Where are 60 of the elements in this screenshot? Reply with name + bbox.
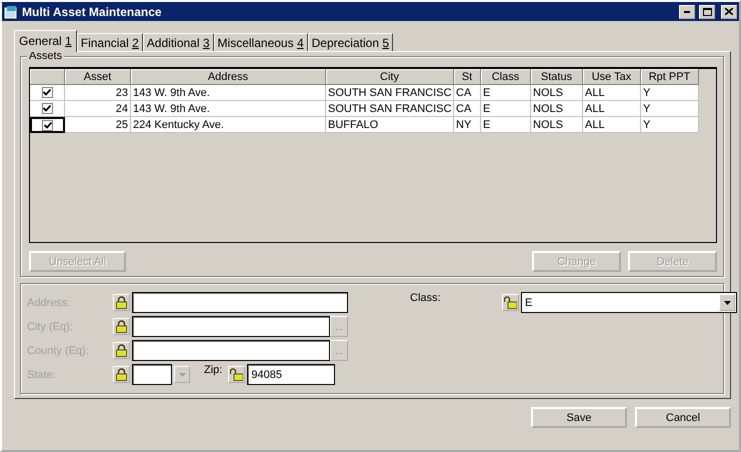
field-label: Zip: xyxy=(204,364,222,376)
close-icon xyxy=(725,8,733,15)
tab[interactable]: Financial 2 xyxy=(76,33,143,51)
column-header[interactable]: Class xyxy=(481,69,531,85)
open-padlock-icon[interactable] xyxy=(502,294,519,311)
column-header[interactable]: Asset xyxy=(65,69,131,85)
table-cell: 25 xyxy=(65,117,131,133)
table-cell: NOLS xyxy=(531,117,583,133)
table-cell: 143 W. 9th Ave. xyxy=(131,85,326,101)
table-cell: ALL xyxy=(583,85,641,101)
table-cell: SOUTH SAN FRANCISC xyxy=(326,101,454,117)
class-dropdown[interactable]: E xyxy=(521,292,737,313)
column-header xyxy=(30,69,65,85)
maximize-button[interactable] xyxy=(699,4,715,18)
table-cell: 143 W. 9th Ave. xyxy=(131,101,326,117)
table-cell: NOLS xyxy=(531,85,583,101)
dialog-button[interactable]: Cancel xyxy=(635,407,731,428)
tab[interactable]: Additional 3 xyxy=(142,33,214,51)
table-cell: 23 xyxy=(65,85,131,101)
column-header[interactable]: Status xyxy=(531,69,583,85)
checkbox[interactable] xyxy=(42,120,53,130)
table-cell: ALL xyxy=(583,101,641,117)
table-cell: Y xyxy=(641,85,699,101)
column-header[interactable]: Rpt PPT xyxy=(641,69,699,85)
table-cell: NOLS xyxy=(531,101,583,117)
minimize-icon xyxy=(684,10,690,12)
dropdown-arrow-icon xyxy=(724,300,730,304)
table-cell: Y xyxy=(641,117,699,133)
minimize-button[interactable] xyxy=(679,4,695,18)
table-cell: E xyxy=(481,85,531,101)
column-header[interactable]: St xyxy=(454,69,481,85)
table-cell: Y xyxy=(641,101,699,117)
table-cell: 24 xyxy=(65,101,131,117)
column-header[interactable]: City xyxy=(326,69,454,85)
table-cell: SOUTH SAN FRANCISC xyxy=(326,85,454,101)
table-cell: 224 Kentucky Ave. xyxy=(131,117,326,133)
table-cell: E xyxy=(481,117,531,133)
field-label: Class: xyxy=(410,292,442,304)
dropdown-button[interactable] xyxy=(174,366,190,383)
table-cell: CA xyxy=(454,101,481,117)
table-cell: E xyxy=(481,101,531,117)
close-button[interactable] xyxy=(721,4,737,18)
window-title: Multi Asset Maintenance xyxy=(22,4,163,18)
dropdown-arrow-icon xyxy=(178,372,186,376)
tab[interactable]: General 1 xyxy=(14,30,77,52)
column-header[interactable]: Address xyxy=(131,69,326,85)
checkbox[interactable] xyxy=(42,87,52,98)
maximize-icon xyxy=(702,8,712,16)
column-header[interactable]: Use Tax xyxy=(583,69,641,85)
dialog-button[interactable]: Save xyxy=(531,407,627,428)
app-icon xyxy=(4,4,18,18)
table-cell: BUFFALO xyxy=(326,117,454,133)
table-cell: ALL xyxy=(583,117,641,133)
table-cell: CA xyxy=(454,85,481,101)
tab[interactable]: Depreciation 5 xyxy=(308,33,394,51)
open-padlock-icon[interactable] xyxy=(228,366,246,383)
table-cell: NY xyxy=(454,117,481,133)
tab[interactable]: Miscellaneous 4 xyxy=(214,33,308,51)
checkbox[interactable] xyxy=(42,103,52,114)
zip-field[interactable]: 94085 xyxy=(247,364,336,385)
